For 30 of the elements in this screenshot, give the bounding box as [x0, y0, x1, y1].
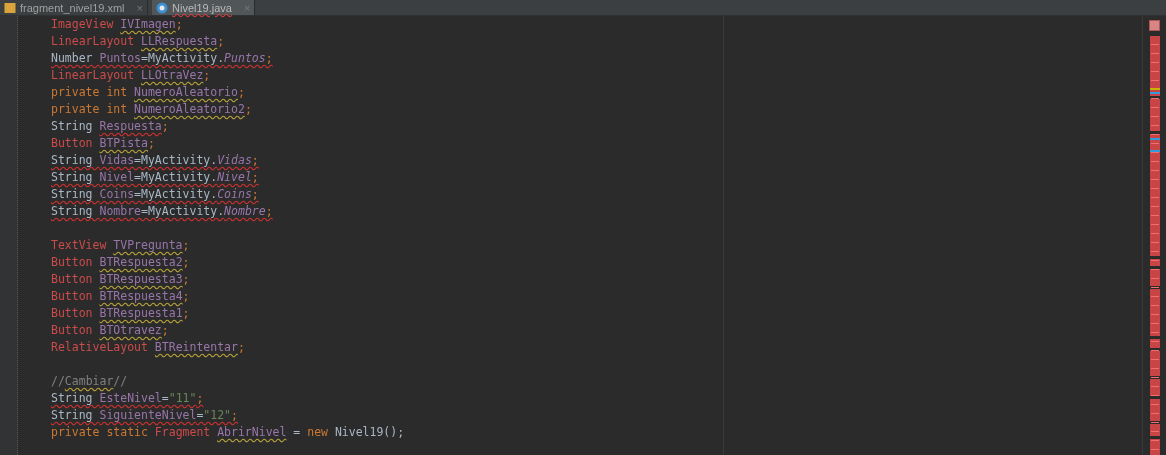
close-icon[interactable]: ×	[136, 0, 143, 15]
error-indicator-icon	[1149, 20, 1160, 31]
code-line: ImageView IVImagen;	[51, 16, 183, 33]
code-line: String EsteNivel="11";	[51, 390, 204, 407]
code-line: String Vidas=MyActivity.Vidas;	[51, 152, 259, 169]
code-line: private int NumeroAleatorio;	[51, 84, 245, 101]
code-line: LinearLayout LLOtraVez;	[51, 67, 211, 84]
code-line: Button BTRespuesta1;	[51, 305, 190, 322]
tab-label: Nivel19.java	[172, 0, 232, 15]
code-line: private static Fragment AbrirNivel = new Nivel19();	[51, 424, 405, 441]
class-icon	[156, 1, 168, 14]
code-line: String Respuesta;	[51, 118, 169, 135]
tab-label: fragment_nivel19.xml	[20, 0, 125, 15]
code-line: String Coins=MyActivity.Coins;	[51, 186, 259, 203]
code-line: Button BTRespuesta3;	[51, 271, 190, 288]
code-line: String Nombre=MyActivity.Nombre;	[51, 203, 273, 220]
code-line: Button BTOtravez;	[51, 322, 169, 339]
file-icon	[4, 1, 16, 14]
code-line: Button BTRespuesta4;	[51, 288, 190, 305]
editor-tab[interactable]: Nivel19.java ×	[152, 0, 256, 15]
code-line: TextView TVPregunta;	[51, 237, 190, 254]
code-line: LinearLayout LLRespuesta;	[51, 33, 225, 50]
code-line: String SiguienteNivel="12";	[51, 407, 238, 424]
code-line: //Cambiar//	[51, 373, 128, 390]
code-line: String Nivel=MyActivity.Nivel;	[51, 169, 259, 186]
code-line: Button BTRespuesta2;	[51, 254, 190, 271]
code-line: Number Puntos=MyActivity.Puntos;	[51, 50, 273, 67]
code-line: Button BTPista;	[51, 135, 155, 152]
code-line: RelativeLayout BTReintentar;	[51, 339, 245, 356]
code-line: private int NumeroAleatorio2;	[51, 101, 252, 118]
